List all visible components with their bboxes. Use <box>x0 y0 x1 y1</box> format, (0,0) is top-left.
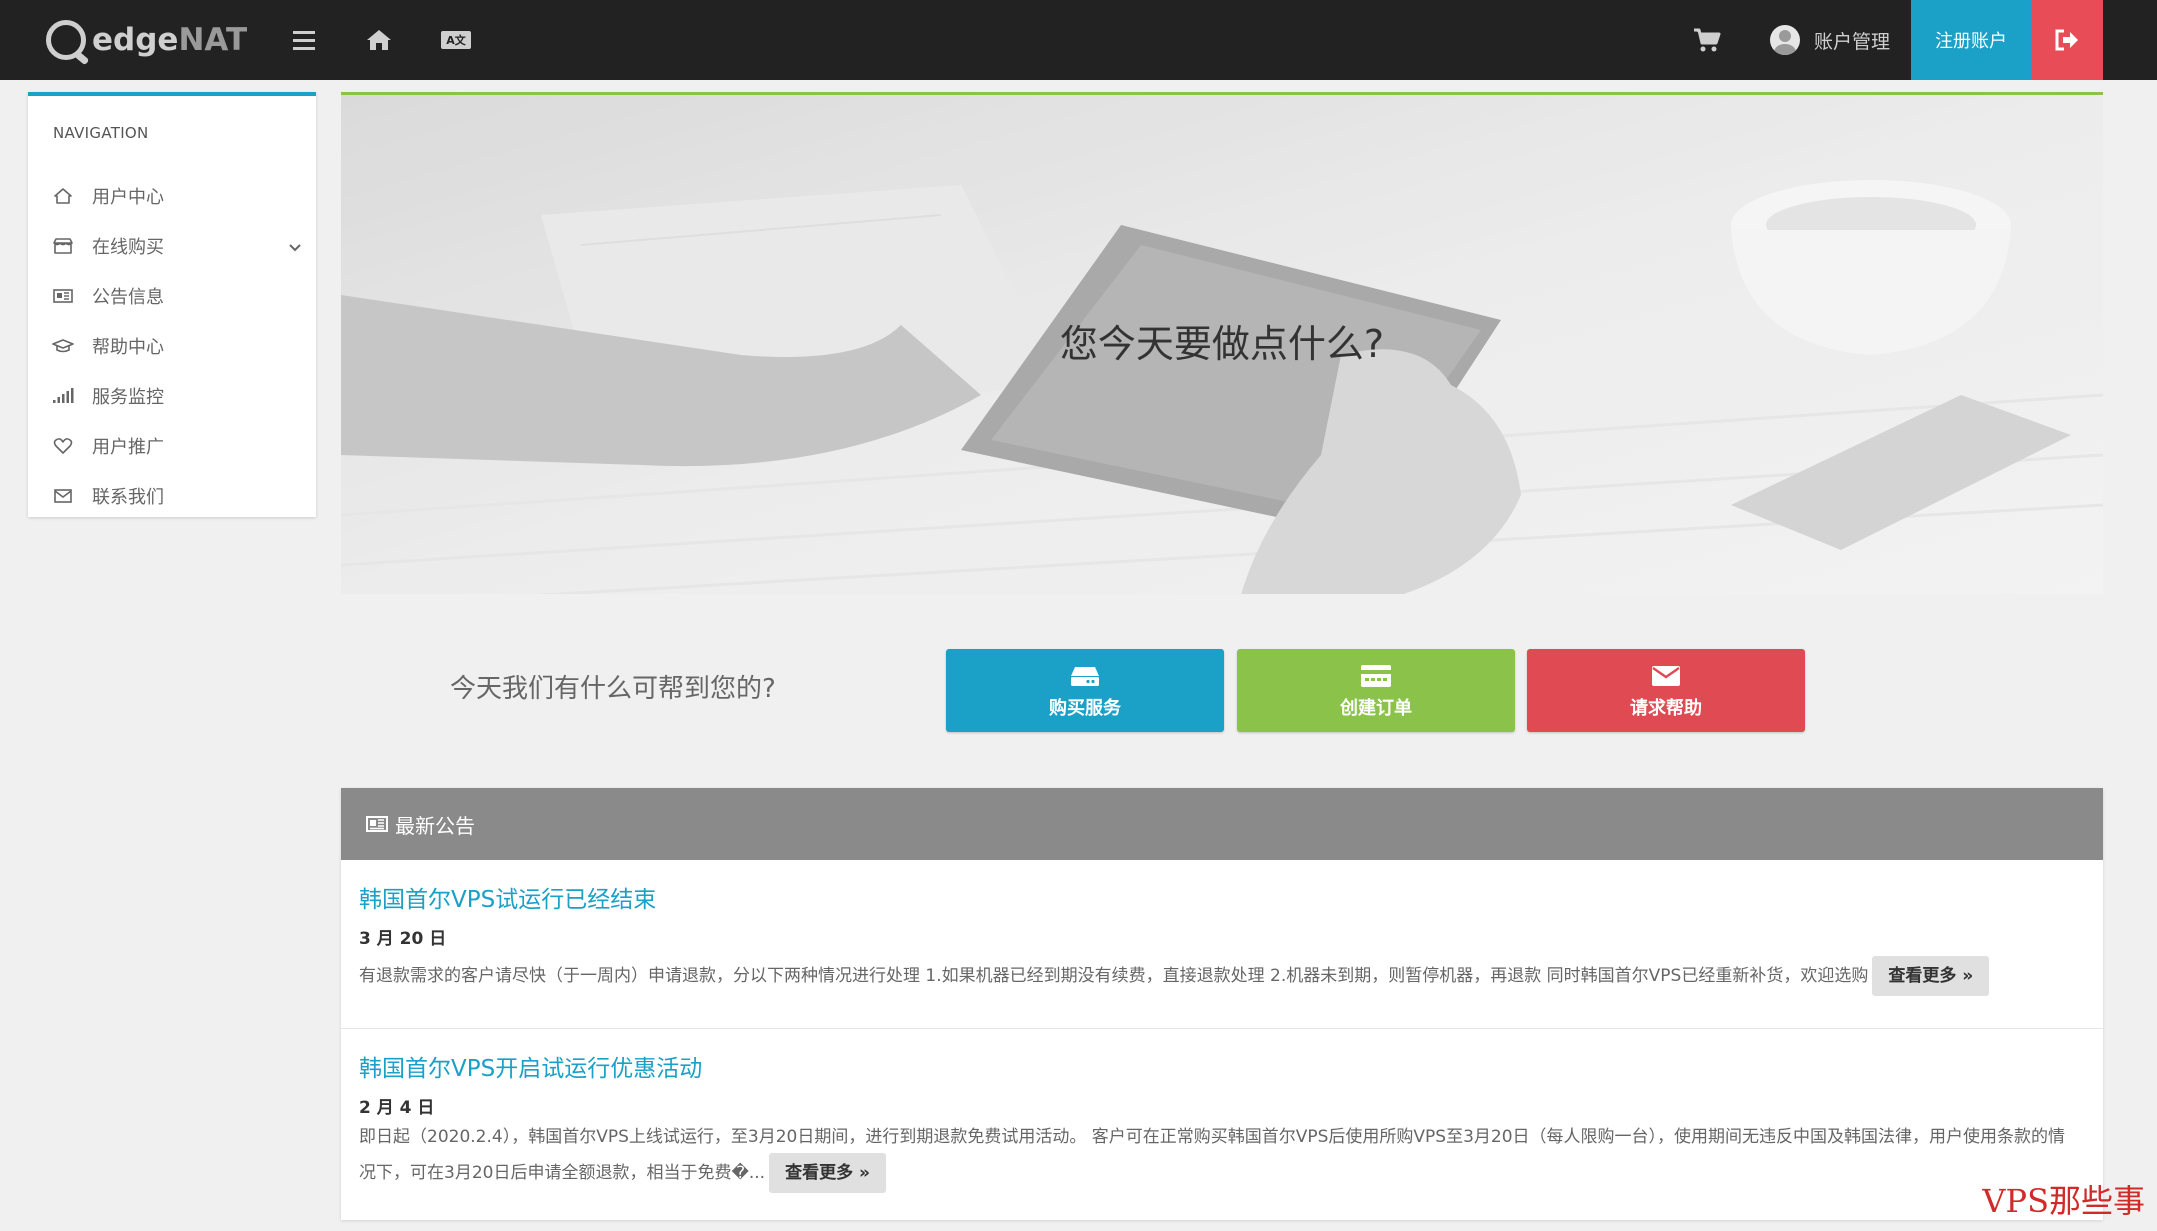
announcement-date: 3 月 20 日 <box>359 929 447 949</box>
announcement-item: 韩国首尔VPS试运行已经结束 3 月 20 日 有退款需求的客户请尽快（于一周内… <box>341 860 2103 1028</box>
storefront-icon <box>52 235 74 257</box>
sidebar-item-buy-online[interactable]: 在线购买 <box>52 226 302 266</box>
sidebar-item-label: 公告信息 <box>92 287 164 308</box>
home-icon[interactable] <box>364 16 394 64</box>
sidebar-item-label: 用户推广 <box>92 437 164 458</box>
sidebar-item-label: 帮助中心 <box>92 337 164 358</box>
hero-banner: 您今天要做点什么? <box>341 92 2103 594</box>
chevron-down-icon[interactable] <box>288 237 302 258</box>
sidebar-item-label: 在线购买 <box>92 237 164 258</box>
account-label: 账户管理 <box>1814 30 1891 53</box>
logo-mark-icon <box>46 20 86 60</box>
envelope-icon <box>1651 662 1681 690</box>
sidebar-item-help-center[interactable]: 帮助中心 <box>52 326 302 366</box>
help-prompt: 今天我们有什么可帮到您的? <box>450 674 776 704</box>
newspaper-icon <box>365 815 389 833</box>
hero-title: 您今天要做点什么? <box>1059 322 1385 366</box>
announcement-item: 韩国首尔VPS开启试运行优惠活动 2 月 4 日 即日起（2020.2.4），韩… <box>341 1028 2103 1220</box>
sidebar-item-service-monitor[interactable]: 服务监控 <box>52 376 302 416</box>
announcement-title[interactable]: 韩国首尔VPS试运行已经结束 <box>359 880 656 914</box>
announcement-date: 2 月 4 日 <box>359 1098 435 1118</box>
home-icon <box>52 185 74 207</box>
brand-logo[interactable]: edgeNAT <box>46 16 247 64</box>
avatar <box>1770 25 1800 55</box>
sidebar-item-user-center[interactable]: 用户中心 <box>52 176 302 216</box>
read-more-button[interactable]: 查看更多 » <box>769 1153 886 1193</box>
cart-icon[interactable] <box>1692 16 1722 64</box>
credit-card-icon <box>1360 662 1392 690</box>
announcement-body: 有退款需求的客户请尽快（于一周内）申请退款，分以下两种情况进行处理 1.如果机器… <box>359 956 2079 996</box>
buy-service-button[interactable]: 购买服务 <box>946 649 1224 732</box>
sidebar-item-label: 联系我们 <box>92 487 164 508</box>
graduation-cap-icon <box>52 335 74 357</box>
logout-button[interactable] <box>2031 0 2103 80</box>
register-button[interactable]: 注册账户 <box>1911 0 2031 80</box>
logo-text: edgeNAT <box>92 22 248 58</box>
request-help-button[interactable]: 请求帮助 <box>1527 649 1805 732</box>
sidebar-item-referral[interactable]: 用户推广 <box>52 426 302 466</box>
sidebar-item-label: 服务监控 <box>92 387 164 408</box>
sidebar-item-contact[interactable]: 联系我们 <box>52 476 302 516</box>
announcements-header: 最新公告 <box>341 788 2103 860</box>
menu-toggle-icon[interactable] <box>292 16 316 64</box>
announcements-panel: 最新公告 韩国首尔VPS试运行已经结束 3 月 20 日 有退款需求的客户请尽快… <box>341 788 2103 1220</box>
read-more-button[interactable]: 查看更多 » <box>1872 956 1990 996</box>
language-icon[interactable]: A文 <box>440 16 472 64</box>
sidebar-navigation: NAVIGATION 用户中心 在线购买 公告信息 帮助中心 服务监控 用户推广… <box>28 92 316 517</box>
account-menu[interactable]: 账户管理 <box>1770 20 1890 60</box>
sign-out-icon <box>2055 29 2078 51</box>
server-icon <box>1069 662 1101 690</box>
announcements-heading: 最新公告 <box>395 813 475 838</box>
envelope-icon <box>52 485 74 507</box>
top-navbar: edgeNAT A文 账户管理 注册账户 <box>0 0 2157 80</box>
announcement-title[interactable]: 韩国首尔VPS开启试运行优惠活动 <box>359 1049 702 1083</box>
create-order-button[interactable]: 创建订单 <box>1237 649 1515 732</box>
signal-icon <box>52 385 74 407</box>
sidebar-item-label: 用户中心 <box>92 187 164 208</box>
announcement-body: 即日起（2020.2.4），韩国首尔VPS上线试运行，至3月20日期间，进行到期… <box>359 1121 2079 1193</box>
watermark-text: VPS那些事 <box>1982 1182 2145 1220</box>
sidebar-title: NAVIGATION <box>53 124 149 142</box>
newspaper-icon <box>52 285 74 307</box>
sidebar-item-announcements[interactable]: 公告信息 <box>52 276 302 316</box>
heart-icon <box>52 435 74 457</box>
